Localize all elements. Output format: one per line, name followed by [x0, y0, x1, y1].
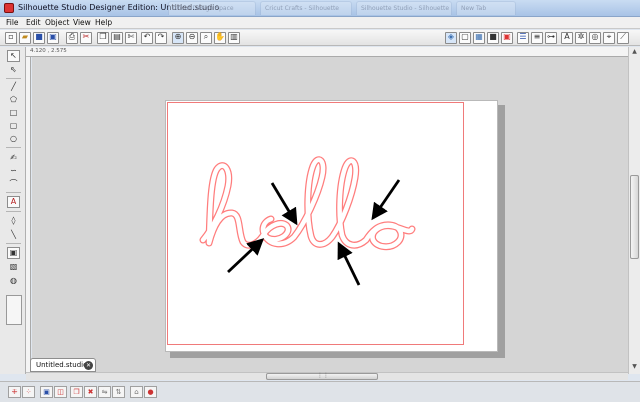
- print-icon[interactable]: ⎙: [66, 32, 78, 44]
- background-browser-tabs: Cricut Design Space Cricut Crafts - Silh…: [168, 1, 608, 15]
- horizontal-scroll-thumb[interactable]: ⋮⋮: [266, 372, 378, 380]
- knife-tool-icon[interactable]: ╲: [7, 229, 20, 241]
- menu-help[interactable]: Help: [95, 18, 112, 27]
- replicate-icon[interactable]: ⊶: [545, 32, 557, 44]
- save-icon[interactable]: ■: [33, 32, 45, 44]
- horizontal-scrollbar[interactable]: ⋮⋮: [26, 372, 628, 380]
- fill-icon[interactable]: ◈: [445, 32, 457, 44]
- fit-page-icon[interactable]: ▥: [228, 32, 240, 44]
- gradient-icon[interactable]: ▦: [473, 32, 485, 44]
- divider: [6, 192, 21, 193]
- eraser-icon[interactable]: ◊: [7, 215, 20, 227]
- freehand-icon[interactable]: ✍: [7, 152, 20, 164]
- rounded-rect-icon[interactable]: ▢: [7, 120, 20, 132]
- zoom-out-icon[interactable]: ⊖: [186, 32, 198, 44]
- scroll-down-icon[interactable]: ▼: [630, 363, 639, 372]
- flip-icon[interactable]: ⇅: [112, 386, 125, 398]
- bottom-toolbar: ⁜ ⁘ ▣ ◫ ❐ ✖ ⇋ ⇅ ⌂ ●: [0, 381, 640, 402]
- transform-icon[interactable]: ✲: [575, 32, 587, 44]
- release-compound-icon[interactable]: ◫: [54, 386, 67, 398]
- ruler-vertical: [26, 57, 31, 373]
- menu-object[interactable]: Object: [45, 18, 69, 27]
- color-icon[interactable]: ▣: [501, 32, 513, 44]
- cursor-coordinate-readout: 4.120 , 2.575: [30, 48, 67, 54]
- divider: [6, 211, 21, 212]
- ghost-tab-1: Cricut Design Space: [168, 1, 256, 15]
- app-logo-icon: [4, 3, 14, 13]
- duplicate-icon[interactable]: ❐: [70, 386, 83, 398]
- ellipse-icon[interactable]: ○: [7, 133, 20, 145]
- menu-view[interactable]: View: [73, 18, 91, 27]
- select-icon[interactable]: ↖: [7, 50, 20, 62]
- pattern-icon[interactable]: ■: [487, 32, 499, 44]
- undo-icon[interactable]: ↶: [141, 32, 153, 44]
- group-icon[interactable]: ⁜: [8, 386, 21, 398]
- knife-icon[interactable]: ⟋: [617, 32, 629, 44]
- title-bar: Silhouette Studio Designer Edition: Unti…: [0, 0, 640, 17]
- compound-icon[interactable]: ▣: [40, 386, 53, 398]
- grip-icon: ⋮⋮: [317, 372, 329, 379]
- line-style-icon[interactable]: ☰: [517, 32, 529, 44]
- main-toolbar: ▫ ▰ ■ ▣ ⎙ ✂ ❐ ▤ ✄ ↶ ↷ ⊕ ⊖ ⌕ ✋ ▥ ◈ ▢ ▦ ■ …: [0, 30, 640, 46]
- new-icon[interactable]: ▫: [5, 32, 17, 44]
- ghost-tab-2: Cricut Crafts - Silhouette: [260, 1, 352, 15]
- tool-palette: ↖ ⇖ ╱ ⬠ □ ▢ ○ ✍ ∽ ⌒ A ◊ ╲ ▣ ▧ ◍: [0, 47, 26, 374]
- menu-bar: File Edit Object View Help: [0, 17, 640, 29]
- trace-icon[interactable]: ⌖: [603, 32, 615, 44]
- scroll-up-icon[interactable]: ▲: [630, 48, 639, 57]
- redo-icon[interactable]: ↷: [155, 32, 167, 44]
- save-as-icon[interactable]: ▣: [47, 32, 59, 44]
- delete-icon[interactable]: ✖: [84, 386, 97, 398]
- rectangle-icon[interactable]: □: [7, 107, 20, 119]
- divider: [6, 243, 21, 244]
- align-icon[interactable]: ≡: [531, 32, 543, 44]
- divider: [6, 147, 21, 148]
- menu-file[interactable]: File: [6, 18, 19, 27]
- ghost-tab-4: New Tab: [456, 1, 516, 15]
- tab-untitled-studio[interactable]: Untitled.studio ✕: [30, 358, 96, 372]
- tab-label: Untitled.studio: [36, 361, 88, 369]
- vertical-scrollbar[interactable]: ▲ ▼: [628, 47, 640, 374]
- store-icon[interactable]: ◍: [7, 275, 20, 287]
- line-color-icon[interactable]: ▢: [459, 32, 471, 44]
- arc-icon[interactable]: ⌒: [7, 178, 20, 190]
- close-tab-icon[interactable]: ✕: [84, 361, 93, 370]
- open-icon[interactable]: ▰: [19, 32, 31, 44]
- app-window: Silhouette Studio Designer Edition: Unti…: [0, 0, 640, 402]
- weld-icon[interactable]: ⌂: [130, 386, 143, 398]
- panel-toggle-icon[interactable]: ▣: [7, 247, 20, 259]
- ungroup-icon[interactable]: ⁘: [22, 386, 35, 398]
- cut-icon[interactable]: ✂: [80, 32, 92, 44]
- mirror-icon[interactable]: ⇋: [98, 386, 111, 398]
- copy-icon[interactable]: ❐: [97, 32, 109, 44]
- ruler-horizontal: [26, 47, 628, 57]
- zoom-in-icon[interactable]: ⊕: [172, 32, 184, 44]
- text-style-icon[interactable]: A: [561, 32, 573, 44]
- vertical-scroll-thumb[interactable]: [630, 175, 639, 259]
- curve-icon[interactable]: ∽: [7, 165, 20, 177]
- menu-edit[interactable]: Edit: [26, 18, 41, 27]
- scissors-icon[interactable]: ✄: [125, 32, 137, 44]
- paste-icon[interactable]: ▤: [111, 32, 123, 44]
- divider: [6, 78, 21, 79]
- polygon-icon[interactable]: ⬠: [7, 94, 20, 106]
- point-edit-icon[interactable]: ⇖: [7, 64, 20, 76]
- text-icon[interactable]: A: [7, 196, 20, 208]
- zoom-select-icon[interactable]: ⌕: [200, 32, 212, 44]
- panel-slot[interactable]: [6, 295, 22, 325]
- ghost-tab-3: Silhouette Studio - Silhouette: [356, 1, 452, 15]
- pan-icon[interactable]: ✋: [214, 32, 226, 44]
- cut-border: [167, 102, 464, 345]
- offset-icon[interactable]: ◎: [589, 32, 601, 44]
- stop-icon[interactable]: ●: [144, 386, 157, 398]
- library-icon[interactable]: ▧: [7, 261, 20, 273]
- line-icon[interactable]: ╱: [7, 81, 20, 93]
